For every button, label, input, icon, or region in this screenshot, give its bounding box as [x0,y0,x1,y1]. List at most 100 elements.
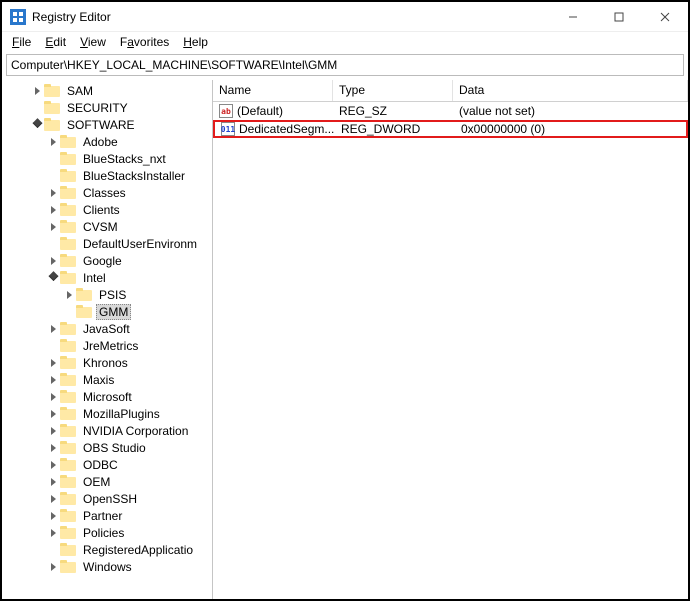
expand-icon[interactable] [47,510,59,522]
folder-icon [60,186,76,199]
tree-node-khronos[interactable]: Khronos [2,354,212,371]
folder-icon [60,237,76,250]
expand-icon[interactable] [47,408,59,420]
folder-icon [60,152,76,165]
minimize-button[interactable] [550,2,596,32]
tree-node-bluestacks-installer[interactable]: BlueStacksInstaller [2,167,212,184]
tree-node-cvsm[interactable]: CVSM [2,218,212,235]
tree-label: Khronos [80,356,131,370]
tree-label: PSIS [96,288,129,302]
expand-icon[interactable] [47,357,59,369]
expand-icon[interactable] [47,323,59,335]
tree-node-intel[interactable]: Intel [2,269,212,286]
tree-label: Maxis [80,373,117,387]
expand-icon[interactable] [47,561,59,573]
tree-label: JreMetrics [80,339,141,353]
expand-icon[interactable] [31,85,43,97]
folder-icon [44,84,60,97]
folder-icon [60,220,76,233]
tree-node-oem[interactable]: OEM [2,473,212,490]
folder-icon [76,288,92,301]
folder-icon [60,475,76,488]
tree-node-clients[interactable]: Clients [2,201,212,218]
menu-file[interactable]: File [6,34,37,50]
tree-node-security[interactable]: SECURITY [2,99,212,116]
expand-icon[interactable] [63,289,75,301]
folder-icon [60,356,76,369]
expand-icon[interactable] [47,476,59,488]
string-value-icon: ab [219,104,233,118]
column-name[interactable]: Name [213,80,333,101]
tree-label: Partner [80,509,125,523]
expand-icon[interactable] [47,527,59,539]
tree-node-maxis[interactable]: Maxis [2,371,212,388]
folder-icon [60,509,76,522]
expand-icon[interactable] [47,374,59,386]
tree-node-classes[interactable]: Classes [2,184,212,201]
tree-node-microsoft[interactable]: Microsoft [2,388,212,405]
list-view: Name Type Data ab (Default) REG_SZ (valu… [213,80,688,599]
expand-icon[interactable] [47,425,59,437]
menu-edit[interactable]: Edit [39,34,72,50]
tree-label: BlueStacksInstaller [80,169,188,183]
expand-icon[interactable] [47,255,59,267]
folder-icon [60,339,76,352]
tree-label: Windows [80,560,135,574]
tree-node-jremetrics[interactable]: JreMetrics [2,337,212,354]
tree-node-registeredapps[interactable]: RegisteredApplicatio [2,541,212,558]
expand-icon[interactable] [47,136,59,148]
folder-icon [60,271,76,284]
menu-favorites[interactable]: Favorites [114,34,175,50]
folder-icon [60,169,76,182]
tree-label: NVIDIA Corporation [80,424,191,438]
tree-label: Adobe [80,135,121,149]
tree-node-windows[interactable]: Windows [2,558,212,575]
expand-icon[interactable] [47,442,59,454]
tree-node-mozillaplugins[interactable]: MozillaPlugins [2,405,212,422]
tree-node-software[interactable]: SOFTWARE [2,116,212,133]
tree-node-javasoft[interactable]: JavaSoft [2,320,212,337]
list-body[interactable]: ab (Default) REG_SZ (value not set) 011 … [213,102,688,599]
folder-icon [44,101,60,114]
tree-node-sam[interactable]: SAM [2,82,212,99]
tree-label: Microsoft [80,390,135,404]
tree-node-openssh[interactable]: OpenSSH [2,490,212,507]
folder-icon [60,560,76,573]
tree-node-policies[interactable]: Policies [2,524,212,541]
tree-label: SOFTWARE [64,118,138,132]
tree-node-adobe[interactable]: Adobe [2,133,212,150]
tree-node-odbc[interactable]: ODBC [2,456,212,473]
tree-node-google[interactable]: Google [2,252,212,269]
expand-icon[interactable] [47,221,59,233]
expand-icon[interactable] [47,391,59,403]
tree-node-defaultuserenv[interactable]: DefaultUserEnvironm [2,235,212,252]
tree-node-partner[interactable]: Partner [2,507,212,524]
address-bar[interactable]: Computer\HKEY_LOCAL_MACHINE\SOFTWARE\Int… [6,54,684,76]
tree-label: BlueStacks_nxt [80,152,169,166]
expand-icon[interactable] [47,459,59,471]
expand-icon[interactable] [47,493,59,505]
expand-icon [47,238,59,250]
maximize-button[interactable] [596,2,642,32]
value-row-dedicated-segment[interactable]: 011 DedicatedSegm... REG_DWORD 0x0000000… [213,120,688,138]
menu-help[interactable]: Help [177,34,214,50]
tree-node-psis[interactable]: PSIS [2,286,212,303]
tree-node-nvidia[interactable]: NVIDIA Corporation [2,422,212,439]
value-row-default[interactable]: ab (Default) REG_SZ (value not set) [213,102,688,120]
column-type[interactable]: Type [333,80,453,101]
expand-icon[interactable] [47,204,59,216]
tree-view[interactable]: SAM SECURITY SOFTWARE Adobe BlueStacks_n… [2,80,213,599]
expand-icon[interactable] [47,187,59,199]
close-button[interactable] [642,2,688,32]
expand-icon[interactable] [31,119,43,131]
column-data[interactable]: Data [453,80,688,101]
title-bar: Registry Editor [2,2,688,32]
menu-view[interactable]: View [74,34,112,50]
folder-icon [44,118,60,131]
tree-label: RegisteredApplicatio [80,543,196,557]
tree-node-gmm[interactable]: GMM [2,303,212,320]
tree-node-bluestacks-nxt[interactable]: BlueStacks_nxt [2,150,212,167]
expand-icon[interactable] [47,272,59,284]
folder-icon [60,135,76,148]
tree-node-obs[interactable]: OBS Studio [2,439,212,456]
